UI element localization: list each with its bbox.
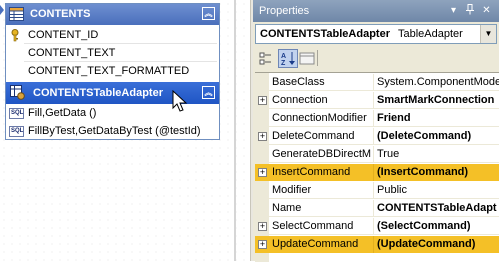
property-row[interactable]: + SelectCommand (SelectCommand) [255,218,499,235]
alphabetical-view-button[interactable]: A Z [278,49,298,68]
column-divider [373,128,374,145]
designer-connector-line [234,0,236,261]
column-divider [373,146,374,163]
properties-title-bar[interactable]: Properties ▾ ✕ [253,0,499,22]
property-row[interactable]: GenerateDBDirectMe True [255,146,499,163]
column-divider [373,218,374,235]
expand-plus-icon[interactable]: + [258,168,267,177]
property-name: DeleteCommand [272,130,355,142]
property-name: GenerateDBDirectMe [272,148,371,160]
datatable-title: CONTENTS [30,8,91,20]
property-row[interactable]: + DeleteCommand (DeleteCommand) [255,128,499,145]
categorized-view-button[interactable] [256,49,276,68]
property-value[interactable]: (DeleteCommand) [377,130,499,142]
property-value[interactable]: CONTENTSTableAdapt [377,202,499,214]
properties-title: Properties [259,5,310,17]
property-name: InsertCommand [272,166,351,178]
property-row[interactable]: Modifier Public [255,182,499,199]
column-name: CONTENT_TEXT [28,47,116,59]
tableadapter-icon [10,85,25,100]
properties-toolbar: A Z [253,46,499,70]
expand-plus-icon[interactable]: + [258,96,267,105]
properties-window: Properties ▾ ✕ CONTENTSTableAdapter Tabl… [253,0,499,262]
close-icon[interactable]: ✕ [480,4,493,17]
primary-key-icon [11,29,19,42]
property-name: UpdateCommand [272,238,359,250]
property-value[interactable]: System.ComponentModel [377,76,499,88]
collapse-chevron-up-icon[interactable]: ︽ [202,7,215,20]
property-value[interactable]: (SelectCommand) [377,220,499,232]
property-value[interactable]: Public [377,184,499,196]
column-row[interactable]: CONTENT_TEXT [6,45,219,62]
dropdown-arrow-icon[interactable]: ▾ [447,4,460,17]
datatable-header[interactable]: CONTENTS ︽ [6,4,219,25]
query-row[interactable]: SQL FillByTest,GetDataByTest (@testId) [6,123,219,140]
column-divider [373,74,374,91]
property-name: Connection [272,94,328,106]
datatable-icon [9,7,24,21]
sql-query-icon: SQL [9,126,24,137]
expand-plus-icon[interactable]: + [258,132,267,141]
column-divider [373,164,374,181]
datatable-contents[interactable]: CONTENTS ︽ CONTENT_ID CONTENT_TEXT CONTE… [5,3,220,140]
column-divider [373,110,374,127]
property-name: ConnectionModifier [272,112,367,124]
query-name: Fill,GetData () [28,107,97,119]
connector-arrow-icon [0,5,4,15]
property-row[interactable]: Name CONTENTSTableAdapt [255,200,499,217]
property-value[interactable]: (InsertCommand) [377,166,499,178]
property-pages-button[interactable] [297,49,317,68]
column-divider [373,200,374,217]
property-value[interactable]: Friend [377,112,499,124]
property-row[interactable]: BaseClass System.ComponentModel [255,74,499,91]
column-row[interactable]: CONTENT_TEXT_FORMATTED [6,63,219,80]
property-name: Modifier [272,184,312,196]
column-divider [373,92,374,109]
column-row[interactable]: CONTENT_ID [6,27,219,44]
property-row[interactable]: ConnectionModifier Friend [255,110,499,127]
query-name: FillByTest,GetDataByTest (@testId) [28,125,201,137]
property-row[interactable]: + InsertCommand (InsertCommand) [255,164,499,181]
property-pages-icon [299,52,315,65]
chevron-down-icon[interactable]: ▼ [480,25,496,43]
dataset-designer-surface[interactable]: CONTENTS ︽ CONTENT_ID CONTENT_TEXT CONTE… [0,0,252,261]
expand-plus-icon[interactable]: + [258,222,267,231]
property-row[interactable]: + Connection SmartMarkConnection [255,92,499,109]
property-value[interactable]: SmartMarkConnection [377,94,499,106]
object-selector-dropdown[interactable]: CONTENTSTableAdapter TableAdapter ▼ [255,24,497,44]
column-name: CONTENT_ID [28,29,99,41]
property-name: BaseClass [272,76,325,88]
property-name: Name [272,202,302,214]
mouse-pointer-icon [172,90,188,112]
pin-icon[interactable] [463,4,476,17]
column-name: CONTENT_TEXT_FORMATTED [28,65,190,77]
tableadapter-title: CONTENTSTableAdapter [33,87,163,99]
collapse-chevron-up-icon[interactable]: ︽ [202,86,215,99]
sort-az-icon: A Z [281,52,295,67]
svg-text:A: A [281,53,286,60]
expand-plus-icon[interactable]: + [258,240,267,249]
property-row[interactable]: + UpdateCommand (UpdateCommand) [255,236,499,253]
column-divider [373,182,374,199]
property-name: SelectCommand [272,220,354,232]
svg-text:Z: Z [281,60,286,67]
sql-query-icon: SQL [9,108,24,119]
toolbar-separator [317,50,318,66]
property-grid: BaseClass System.ComponentModel + Connectio… [255,72,499,262]
selected-object-name: CONTENTSTableAdapter [260,28,390,40]
selected-object-type: TableAdapter [398,28,463,40]
column-divider [373,236,374,253]
categorized-icon [259,52,271,65]
property-value[interactable]: (UpdateCommand) [377,238,499,250]
property-value[interactable]: True [377,148,499,160]
